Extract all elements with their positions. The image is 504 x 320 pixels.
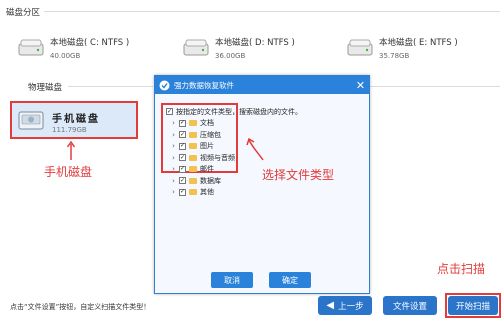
tree-item-label: 视频与音频 [200,153,235,162]
hard-drive-icon [18,39,44,57]
checkbox-icon[interactable]: ✓ [179,119,186,127]
tree-item-video-audio[interactable]: › ✓ 视频与音频 [166,152,302,164]
file-type-tree: ✓ 按指定的文件类型，搜索磁盘内的文件。 › ✓ 文档 › ✓ 压缩包 › ✓ … [166,106,302,198]
phone-disk-arrow [66,140,76,163]
select-type-callout: 选择文件类型 [262,168,335,182]
dialog-titlebar: 强力数据恢复软件 ✕ [155,76,369,94]
tree-item-archives[interactable]: › ✓ 压缩包 [166,129,302,141]
hard-drive-icon [183,39,209,57]
disk-d-item[interactable]: 本地磁盘( D: NTFS ) 36.00GB [183,36,295,60]
bottom-hint: 点击“文件设置”按钮，自定义扫描文件类型！ [10,303,151,311]
tree-item-label: 数据库 [200,176,221,185]
checkbox-icon[interactable]: ✓ [179,131,186,139]
disk-e-item[interactable]: 本地磁盘( E: NTFS ) 35.78GB [347,36,458,60]
phone-disk-size: 111.79GB [52,126,87,134]
disk-c-item[interactable]: 本地磁盘( C: NTFS ) 40.00GB [18,36,129,60]
tree-item-docs[interactable]: › ✓ 文档 [166,118,302,130]
disk-c-size: 40.00GB [50,52,81,60]
folder-icon [189,166,197,173]
tree-item-label: 邮件 [200,165,214,174]
tree-item-label: 文档 [200,119,214,128]
search-option-label: 按指定的文件类型，搜索磁盘内的文件。 [176,107,302,116]
folder-icon [189,177,197,184]
divider [68,86,153,87]
close-icon[interactable]: ✕ [352,76,369,94]
phone-disk-icon [18,109,44,133]
phone-disk-name: 手机磁盘 [52,114,100,125]
tree-item-other[interactable]: › ✓ 其他 [166,187,302,199]
start-scan-button[interactable]: 开始扫描 [448,296,498,315]
disk-d-name: 本地磁盘( D: NTFS ) [215,38,295,48]
prev-step-button[interactable]: ◀ 上一步 [318,296,372,315]
folder-icon [189,143,197,150]
phone-disk-item[interactable]: 手机磁盘 111.79GB [10,101,138,139]
back-arrow-icon: ◀ [326,300,335,311]
phone-disk-callout: 手机磁盘 [44,165,93,179]
dialog-title: 强力数据恢复软件 [174,80,234,90]
ok-button[interactable]: 确定 [269,272,311,288]
disk-e-size: 35.78GB [379,52,410,60]
checkbox-icon[interactable]: ✓ [179,177,186,185]
expand-arrow-icon[interactable]: › [170,142,177,150]
tree-item-label: 压缩包 [200,130,221,139]
select-type-arrow [245,136,267,164]
cancel-button[interactable]: 取消 [211,272,253,288]
disk-e-name: 本地磁盘( E: NTFS ) [379,38,458,48]
expand-arrow-icon[interactable]: › [170,177,177,185]
expand-arrow-icon[interactable]: › [170,154,177,162]
expand-arrow-icon[interactable]: › [170,119,177,127]
tree-item-label: 图片 [200,142,214,151]
folder-icon [189,120,197,127]
divider [44,11,500,12]
disk-partitions-label: 磁盘分区 [6,8,41,18]
disk-c-name: 本地磁盘( C: NTFS ) [50,38,130,48]
expand-arrow-icon[interactable]: › [170,131,177,139]
expand-arrow-icon[interactable]: › [170,165,177,173]
file-settings-button[interactable]: 文件设置 [383,296,437,315]
search-by-type-option[interactable]: ✓ 按指定的文件类型，搜索磁盘内的文件。 [166,106,302,118]
prev-step-label: 上一步 [338,301,364,312]
recovery-dialog: 强力数据恢复软件 ✕ ✓ 按指定的文件类型，搜索磁盘内的文件。 › ✓ 文档 ›… [154,75,370,294]
divider [368,86,500,87]
checkbox-icon[interactable]: ✓ [179,165,186,173]
physical-disks-label: 物理磁盘 [28,83,63,93]
disk-d-size: 36.00GB [215,52,246,60]
checkbox-icon[interactable]: ✓ [166,108,173,116]
checkbox-icon[interactable]: ✓ [179,188,186,196]
folder-icon [189,131,197,138]
start-scan-callout: 点击扫描 [437,262,486,276]
folder-icon [189,154,197,161]
expand-arrow-icon[interactable]: › [170,188,177,196]
hard-drive-icon [347,39,373,57]
tree-item-label: 其他 [200,188,214,197]
folder-icon [189,189,197,196]
checkbox-icon[interactable]: ✓ [179,154,186,162]
checkbox-icon[interactable]: ✓ [179,142,186,150]
app-logo-icon [159,80,170,91]
tree-item-images[interactable]: › ✓ 图片 [166,141,302,153]
